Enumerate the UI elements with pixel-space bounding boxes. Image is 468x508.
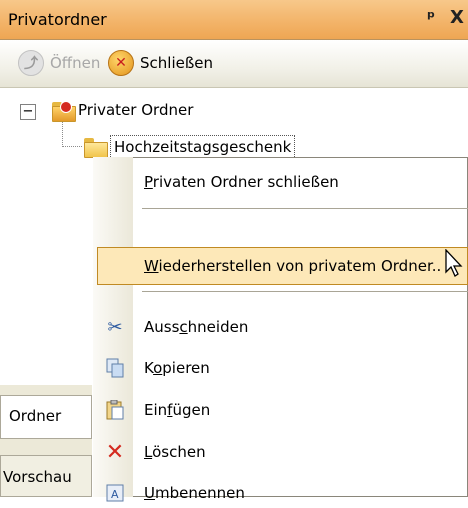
menu-item-cut[interactable]: Ausschneiden [144, 312, 248, 342]
tree-connector-line [62, 146, 82, 147]
panel-title-bar: Privatordner ᵖ X [0, 0, 468, 40]
close-panel-button[interactable]: X [450, 7, 464, 28]
close-folder-icon: ✕ [108, 50, 134, 76]
tree-connector-line [62, 122, 63, 147]
tab-vorschau-label: Vorschau [3, 468, 72, 486]
tree-item-private-folder[interactable]: Privater Ordner [78, 101, 193, 119]
copy-icon [104, 357, 126, 379]
pin-icon[interactable]: ᵖ [427, 8, 435, 28]
delete-icon: ✕ [105, 439, 125, 465]
tree-collapse-toggle[interactable]: − [20, 104, 36, 120]
paste-icon [104, 399, 126, 421]
open-folder-icon: ⤴ [18, 50, 44, 76]
tab-ordner[interactable]: Ordner [0, 395, 92, 439]
menu-item-delete[interactable]: Löschen [144, 437, 206, 467]
menu-item-close-private-folder[interactable]: Privaten Ordner schließen [144, 167, 339, 197]
rename-icon: A [104, 482, 126, 504]
folder-icon [84, 138, 108, 158]
tree-item-anniversary-gift[interactable]: Hochzeitstagsgeschenk [110, 135, 296, 159]
open-button[interactable]: ⤴ Öffnen [18, 48, 100, 78]
scissors-icon: ✂ [107, 316, 123, 338]
menu-separator [142, 208, 468, 209]
close-folder-button-label: Schließen [140, 54, 214, 72]
tab-ordner-label: Ordner [9, 407, 62, 425]
panel-toolbar: ⤴ Öffnen ✕ Schließen [0, 40, 468, 88]
mouse-pointer-icon [445, 249, 463, 277]
open-button-label: Öffnen [50, 54, 101, 72]
menu-item-copy[interactable]: Kopieren [144, 353, 210, 383]
lock-badge-icon [60, 101, 72, 113]
menu-separator [142, 291, 468, 292]
panel-title: Privatordner [8, 10, 107, 29]
close-folder-button[interactable]: ✕ Schließen [108, 48, 213, 78]
svg-text:A: A [111, 488, 119, 501]
menu-item-restore-private-folder[interactable]: Wiederherstellen von privatem Ordner.. [144, 251, 441, 281]
tab-vorschau[interactable]: Vorschau [0, 455, 92, 497]
menu-item-rename[interactable]: Umbenennen [144, 478, 245, 508]
menu-item-paste[interactable]: Einfügen [144, 395, 210, 425]
